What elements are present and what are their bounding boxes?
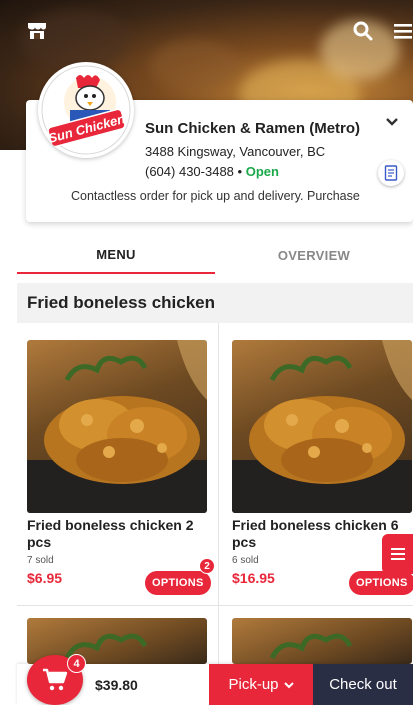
tab-bar: MENU OVERVIEW xyxy=(17,236,413,274)
tab-menu[interactable]: MENU xyxy=(17,236,215,274)
chevron-down-icon xyxy=(283,681,294,688)
pickup-button[interactable]: Pick-up xyxy=(209,664,313,705)
checkout-button[interactable]: Check out xyxy=(313,664,413,705)
menu-item-card[interactable]: Fried boneless chicken 2 pcs 7 sold $6.9… xyxy=(27,340,217,600)
store-address: 3488 Kingsway, Vancouver, BC xyxy=(145,144,326,159)
tab-overview[interactable]: OVERVIEW xyxy=(215,236,413,274)
chevron-down-icon[interactable] xyxy=(384,114,400,130)
receipt-icon[interactable] xyxy=(378,160,404,186)
options-button[interactable]: OPTIONS xyxy=(145,571,211,595)
open-status: Open xyxy=(245,164,279,179)
item-sold-count: 6 sold xyxy=(232,555,259,566)
row-divider xyxy=(17,605,413,606)
options-count-badge: 2 xyxy=(199,558,215,574)
store-icon[interactable] xyxy=(24,18,50,44)
cart-count-badge: 4 xyxy=(67,654,86,673)
item-photo[interactable] xyxy=(232,340,412,513)
store-name: Sun Chicken & Ramen (Metro) xyxy=(145,120,361,137)
item-photo[interactable] xyxy=(232,618,412,664)
item-name: Fried boneless chicken 2 pcs xyxy=(27,517,194,550)
item-sold-count: 7 sold xyxy=(27,555,54,566)
cart-icon xyxy=(43,668,68,691)
store-contact-line: (604) 430-3488 • Open xyxy=(145,164,279,179)
separator-dot: • xyxy=(237,164,243,179)
search-icon[interactable] xyxy=(350,18,376,44)
item-photo[interactable] xyxy=(27,340,207,513)
item-price: $16.95 xyxy=(232,570,275,586)
item-price: $6.95 xyxy=(27,570,63,586)
store-logo: Sun Chicken xyxy=(38,62,134,158)
cart-total: $39.80 xyxy=(95,677,138,693)
category-header: Fried boneless chicken xyxy=(17,283,413,323)
pickup-label: Pick-up xyxy=(228,676,279,693)
grid-divider xyxy=(218,323,219,705)
store-phone[interactable]: (604) 430-3488 xyxy=(145,164,234,179)
options-button[interactable]: OPTIONS xyxy=(349,571,413,595)
hamburger-menu-icon[interactable] xyxy=(390,18,413,44)
hamburger-menu-icon[interactable] xyxy=(382,534,413,574)
store-tagline: Contactless order for pick up and delive… xyxy=(71,189,360,203)
